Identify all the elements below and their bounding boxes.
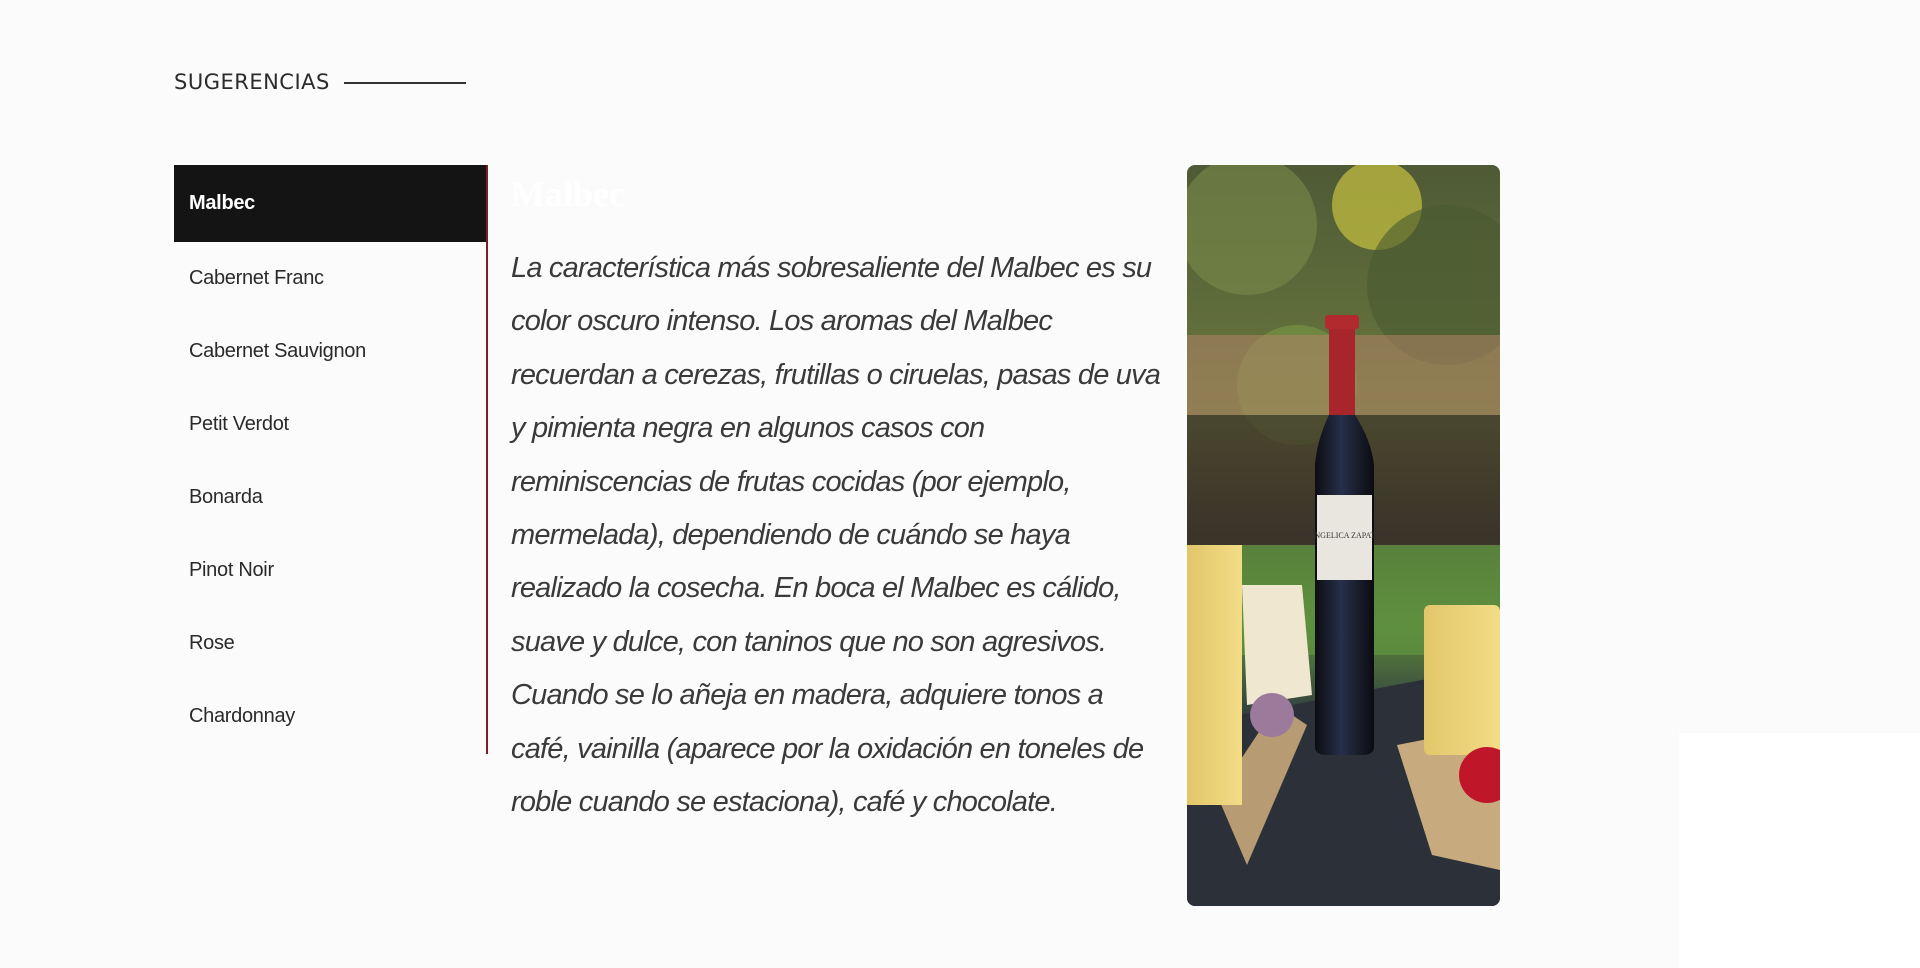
section-heading: SUGERENCIAS [174,70,466,94]
tab-pinot-noir[interactable]: Pinot Noir [174,534,486,607]
tab-rose[interactable]: Rose [174,607,486,680]
wine-title: Malbec [511,174,625,214]
bottle-label-text: ANGELICA ZAPATA [1309,531,1381,540]
blank-overlay [1679,733,1920,968]
section-title: SUGERENCIAS [174,70,330,94]
tab-cabernet-sauvignon[interactable]: Cabernet Sauvignon [174,315,486,388]
wine-tab-list: Malbec Cabernet Franc Cabernet Sauvignon… [174,165,488,754]
wine-content: Malbec La característica más sobresalien… [511,170,1161,829]
wine-photo: ANGELICA ZAPATA [1187,165,1500,906]
tab-chardonnay[interactable]: Chardonnay [174,680,486,753]
tab-petit-verdot[interactable]: Petit Verdot [174,388,486,461]
tab-bonarda[interactable]: Bonarda [174,461,486,534]
heading-divider [343,82,466,84]
wine-description: La característica más sobresaliente del … [511,252,1161,819]
tab-cabernet-franc[interactable]: Cabernet Franc [174,242,486,315]
tab-malbec[interactable]: Malbec [174,165,486,242]
